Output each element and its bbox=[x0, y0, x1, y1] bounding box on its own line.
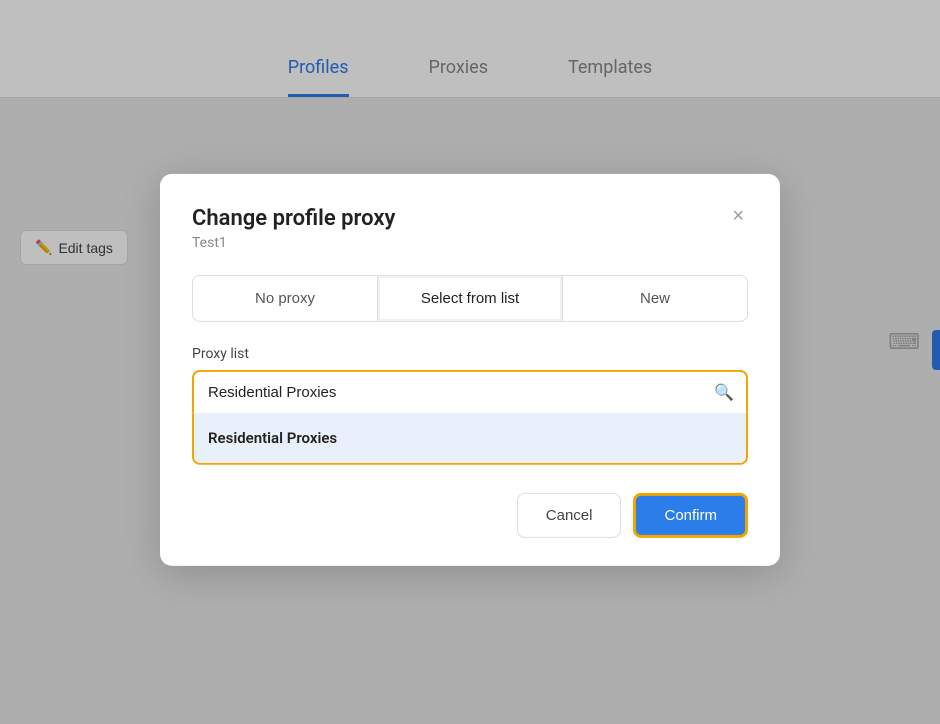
modal-header: Change profile proxy × bbox=[192, 206, 748, 231]
change-proxy-modal: Change profile proxy × Test1 No proxy Se… bbox=[160, 174, 780, 566]
proxy-dropdown-item[interactable]: Residential Proxies bbox=[194, 413, 746, 463]
proxy-list-label: Proxy list bbox=[192, 346, 748, 362]
search-wrapper: 🔍 bbox=[192, 370, 748, 413]
modal-footer: Cancel Confirm bbox=[192, 493, 748, 538]
tab-new[interactable]: New bbox=[563, 276, 747, 321]
modal-title-area: Change profile proxy bbox=[192, 206, 395, 231]
cancel-button[interactable]: Cancel bbox=[517, 493, 622, 538]
tab-no-proxy[interactable]: No proxy bbox=[193, 276, 378, 321]
proxy-dropdown-list: Residential Proxies bbox=[192, 413, 748, 465]
confirm-button[interactable]: Confirm bbox=[633, 493, 748, 538]
search-icon: 🔍 bbox=[714, 382, 734, 401]
modal-close-button[interactable]: × bbox=[728, 206, 748, 226]
modal-title: Change profile proxy bbox=[192, 206, 395, 231]
proxy-search-input[interactable] bbox=[192, 370, 748, 413]
modal-subtitle: Test1 bbox=[192, 235, 748, 251]
tab-select-from-list[interactable]: Select from list bbox=[378, 276, 563, 321]
proxy-type-tabs: No proxy Select from list New bbox=[192, 275, 748, 322]
